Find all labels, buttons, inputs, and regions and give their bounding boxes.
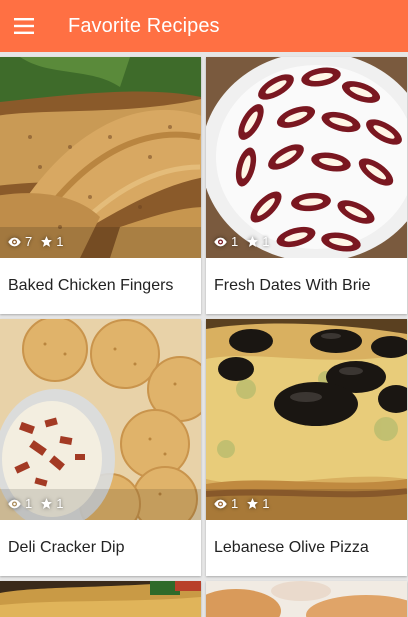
favorites-count: 1 (262, 234, 270, 249)
favorites-count: 1 (56, 234, 64, 249)
views-count: 1 (25, 496, 33, 511)
recipe-card[interactable]: 7 1 Baked Chicken Fingers (0, 57, 201, 314)
eye-icon (214, 237, 227, 246)
recipe-stats: 1 1 (7, 496, 65, 511)
recipe-image (0, 319, 201, 520)
recipe-image (206, 319, 407, 520)
views-count: 1 (231, 234, 239, 249)
recipe-stats: 1 1 (213, 496, 271, 511)
recipe-image (0, 581, 201, 617)
eye-icon (8, 237, 21, 246)
favorites-count: 1 (262, 496, 270, 511)
recipe-title: Baked Chicken Fingers (8, 277, 174, 294)
recipe-stats: 7 1 (7, 234, 65, 249)
star-icon (247, 236, 259, 247)
recipe-stats: 1 1 (213, 234, 271, 249)
recipe-title: Fresh Dates With Brie (214, 277, 371, 294)
app-title: Favorite Recipes (68, 14, 220, 37)
recipe-card[interactable]: 1 1 Fresh Dates With Brie (206, 57, 407, 314)
recipe-card[interactable] (0, 581, 201, 617)
recipe-card[interactable]: 1 1 Deli Cracker Dip (0, 319, 201, 576)
eye-icon (8, 499, 21, 508)
recipe-image (206, 57, 407, 258)
recipe-card[interactable] (206, 581, 407, 617)
views-count: 7 (25, 234, 33, 249)
recipe-image (206, 581, 407, 617)
eye-icon (214, 499, 227, 508)
recipe-card[interactable]: 1 1 Lebanese Olive Pizza (206, 319, 407, 576)
star-icon (247, 498, 259, 509)
menu-button[interactable] (0, 0, 48, 52)
views-count: 1 (231, 496, 239, 511)
favorites-count: 1 (56, 496, 64, 511)
app-bar: Favorite Recipes (0, 0, 408, 52)
star-icon (41, 498, 53, 509)
recipe-title: Lebanese Olive Pizza (214, 539, 369, 556)
star-icon (41, 236, 53, 247)
hamburger-menu-icon (14, 18, 34, 34)
recipe-title: Deli Cracker Dip (8, 539, 125, 556)
recipe-image (0, 57, 201, 258)
